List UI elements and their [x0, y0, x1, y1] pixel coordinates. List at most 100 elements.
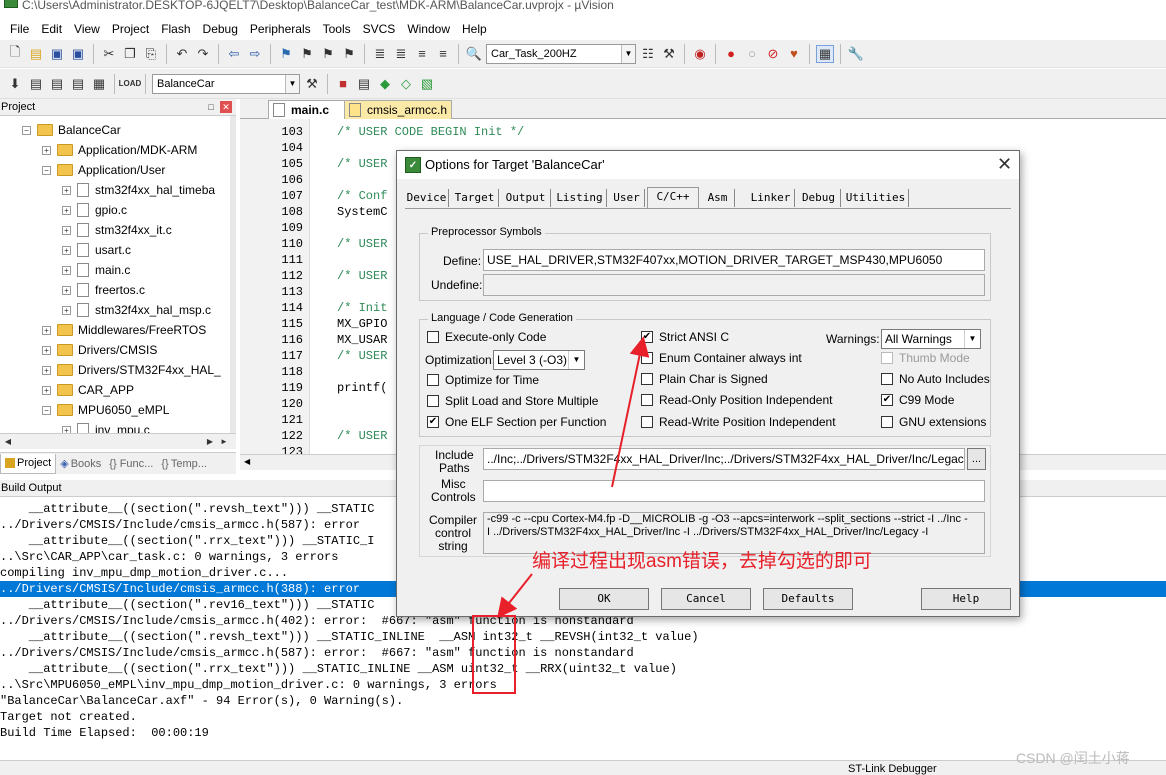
scroll-right-icon[interactable]: ▶ [204, 436, 216, 448]
menu-help[interactable]: Help [456, 18, 493, 40]
tree-horizontal-scrollbar[interactable]: ◀ ▶ ► [0, 433, 236, 449]
expand-icon[interactable]: + [62, 205, 71, 215]
tab-linker[interactable]: Linker [747, 189, 795, 207]
include-paths-input[interactable]: ../Inc;../Drivers/STM32F4xx_HAL_Driver/I… [483, 448, 965, 470]
rebuild-icon[interactable]: ▤ [48, 75, 66, 93]
next-bookmark-icon[interactable]: ⚑ [319, 45, 337, 63]
configure-icon[interactable]: 🔧 [847, 45, 865, 63]
target-select[interactable]: BalanceCar ▼ [152, 73, 300, 94]
tab-output[interactable]: Output [501, 189, 551, 207]
optimization-select[interactable]: Level 3 (-O3) ▼ [493, 350, 585, 370]
tab-books[interactable]: ◈ Books [56, 454, 105, 474]
expand-icon[interactable]: + [62, 245, 71, 255]
paste-icon[interactable]: ⎘ [142, 45, 160, 63]
collapse-icon[interactable]: − [42, 405, 51, 415]
nav-forward-icon[interactable]: ⇨ [246, 45, 264, 63]
tree-item-folder[interactable]: + Application/MDK-ARM [42, 140, 197, 160]
menu-tools[interactable]: Tools [317, 18, 357, 40]
menu-file[interactable]: File [4, 18, 35, 40]
prev-bookmark-icon[interactable]: ⚑ [298, 45, 316, 63]
code-line[interactable]: /* USER [337, 269, 387, 283]
warnings-select[interactable]: All Warnings ▼ [881, 329, 981, 349]
checkbox-box[interactable]: ✔ [881, 394, 893, 406]
code-line[interactable]: /* USER [337, 237, 387, 251]
redo-icon[interactable]: ↷ [194, 45, 212, 63]
build-output-line[interactable]: Target not created. [0, 709, 1166, 725]
menu-edit[interactable]: Edit [35, 18, 68, 40]
pack-installer-icon[interactable]: ▧ [418, 75, 436, 93]
expand-icon[interactable]: + [62, 185, 71, 195]
code-line[interactable]: MX_USAR [337, 333, 387, 347]
menu-window[interactable]: Window [401, 18, 456, 40]
tree-item-folder[interactable]: − Application/User [42, 160, 165, 180]
browse-include-paths-button[interactable]: ... [967, 448, 986, 470]
gnu-extensions-checkbox[interactable]: GNU extensions [881, 415, 986, 429]
collapse-icon[interactable]: − [22, 125, 31, 135]
undo-icon[interactable]: ↶ [173, 45, 191, 63]
build-output-line[interactable]: __attribute__((section(".rrx_text"))) __… [0, 661, 1166, 677]
tab-asm[interactable]: Asm [701, 189, 735, 207]
checkbox-box[interactable] [881, 373, 893, 385]
ok-button[interactable]: OK [559, 588, 649, 610]
tree-item-folder[interactable]: − BalanceCar [22, 120, 121, 140]
expand-icon[interactable]: + [42, 385, 51, 395]
tab-user[interactable]: User [609, 189, 645, 207]
copy-icon[interactable]: ❐ [121, 45, 139, 63]
collapse-icon[interactable]: − [42, 165, 51, 175]
code-line[interactable]: printf( [337, 381, 387, 395]
tab-functions[interactable]: {} Func... [105, 454, 157, 474]
code-line[interactable]: /* USER [337, 429, 387, 443]
build-output-line[interactable]: Build Time Elapsed: 00:00:19 [0, 725, 1166, 741]
cut-icon[interactable]: ✂ [100, 45, 118, 63]
chevron-down-icon[interactable]: ▼ [285, 74, 299, 93]
code-line[interactable]: /* USER CODE BEGIN Init */ [337, 125, 524, 139]
define-input[interactable]: USE_HAL_DRIVER,STM32F407xx,MOTION_DRIVER… [483, 249, 985, 271]
open-folder-icon[interactable]: ▤ [27, 45, 45, 63]
translate-icon[interactable]: ⬇ [6, 75, 24, 93]
tree-item-folder[interactable]: + Drivers/CMSIS [42, 340, 157, 360]
expand-icon[interactable]: + [42, 345, 51, 355]
find-in-files-icon[interactable]: 🔍 [465, 45, 483, 63]
tab-target[interactable]: Target [451, 189, 499, 207]
checkbox-box[interactable] [427, 374, 439, 386]
scroll-left-icon[interactable]: ◀ [2, 436, 14, 448]
execute-only-checkbox[interactable]: Execute-only Code [427, 330, 546, 344]
build-output-line[interactable]: "BalanceCar\BalanceCar.axf" - 94 Error(s… [0, 693, 1166, 709]
checkbox-box[interactable] [641, 352, 653, 364]
target-options-icon[interactable]: ⚒ [303, 75, 321, 93]
tab-templates[interactable]: {} Temp... [157, 454, 211, 474]
help-button[interactable]: Help [921, 588, 1011, 610]
tree-item-folder[interactable]: − MPU6050_eMPL [42, 400, 169, 420]
build-output-line[interactable]: __attribute__((section(".revsh_text"))) … [0, 629, 1166, 645]
breakpoint-icon[interactable]: ● [722, 45, 740, 63]
build-output-line[interactable]: ../Drivers/CMSIS/Include/cmsis_armcc.h(5… [0, 645, 1166, 661]
tree-item-file[interactable]: + freertos.c [62, 280, 145, 300]
tree-item-file[interactable]: + gpio.c [62, 200, 127, 220]
c99-mode-checkbox[interactable]: ✔ C99 Mode [881, 393, 954, 407]
checkbox-box[interactable] [641, 416, 653, 428]
select-pack-icon[interactable]: ◇ [397, 75, 415, 93]
tab-device[interactable]: Device [405, 189, 449, 207]
expand-icon[interactable]: + [42, 325, 51, 335]
build-output-line[interactable]: ..\Src\MPU6050_eMPL\inv_mpu_dmp_motion_d… [0, 677, 1166, 693]
code-line[interactable]: /* Init [337, 301, 387, 315]
expand-icon[interactable]: + [42, 145, 51, 155]
chevron-down-icon[interactable]: ▼ [621, 44, 635, 63]
cancel-button[interactable]: Cancel [661, 588, 751, 610]
read-write-pi-checkbox[interactable]: Read-Write Position Independent [641, 415, 836, 429]
misc-controls-input[interactable] [483, 480, 985, 502]
remove-breakpoints-icon[interactable]: ♥ [785, 45, 803, 63]
one-elf-section-checkbox[interactable]: ✔ One ELF Section per Function [427, 415, 606, 429]
menu-flash[interactable]: Flash [155, 18, 196, 40]
save-all-icon[interactable]: ▣ [69, 45, 87, 63]
menu-peripherals[interactable]: Peripherals [244, 18, 317, 40]
unindent-icon[interactable]: ≣ [392, 45, 410, 63]
chevron-down-icon[interactable]: ▼ [964, 330, 980, 348]
checkbox-box[interactable]: ✔ [427, 416, 439, 428]
menu-project[interactable]: Project [106, 18, 155, 40]
code-line[interactable]: MX_GPIO [337, 317, 387, 331]
close-icon[interactable]: ✕ [220, 101, 232, 113]
find-icon[interactable]: ☷ [639, 45, 657, 63]
clear-bookmarks-icon[interactable]: ⚑ [340, 45, 358, 63]
tab-utilities[interactable]: Utilities [843, 189, 909, 207]
